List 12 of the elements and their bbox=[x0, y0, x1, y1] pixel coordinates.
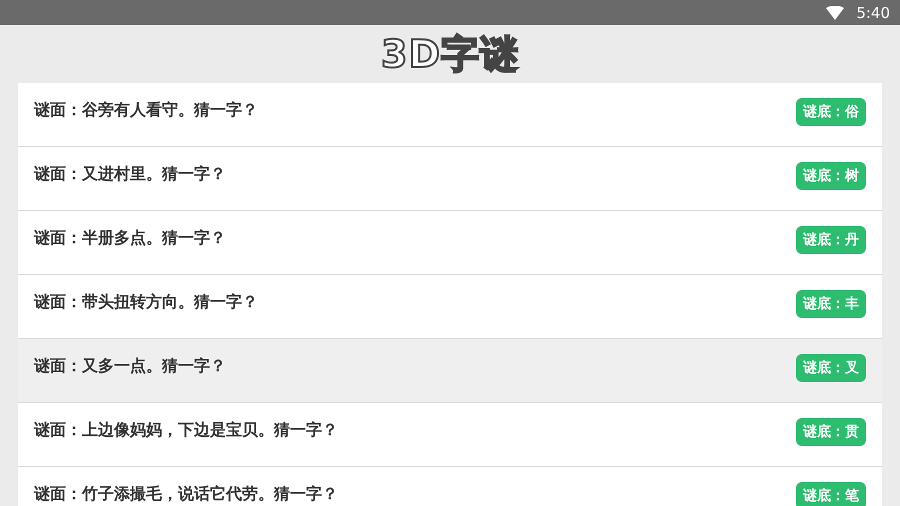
riddle-row[interactable]: 谜面：又多一点。猜一字？ 谜底：叉 bbox=[18, 339, 882, 403]
riddle-question: 谜面：带头扭转方向。猜一字？ bbox=[34, 291, 258, 313]
riddle-question: 谜面：上边像妈妈，下边是宝贝。猜一字？ bbox=[34, 419, 338, 441]
riddle-question: 谜面：谷旁有人看守。猜一字？ bbox=[34, 99, 258, 121]
riddle-question: 谜面：半册多点。猜一字？ bbox=[34, 227, 226, 249]
riddle-question: 谜面：竹子添撮毛，说话它代劳。猜一字？ bbox=[34, 483, 338, 505]
app-title: 3D字谜 bbox=[381, 35, 519, 73]
clock-time: 5:40 bbox=[856, 4, 890, 22]
wifi-icon bbox=[826, 6, 844, 20]
riddle-question: 谜面：又进村里。猜一字？ bbox=[34, 163, 226, 185]
riddle-question: 谜面：又多一点。猜一字？ bbox=[34, 355, 226, 377]
riddle-row[interactable]: 谜面：谷旁有人看守。猜一字？ 谜底：俗 bbox=[18, 83, 882, 147]
